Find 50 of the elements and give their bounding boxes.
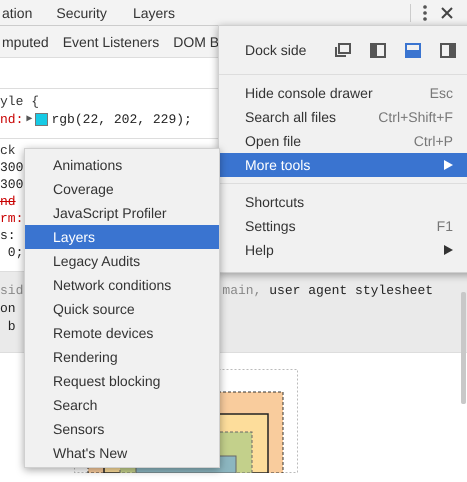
color-swatch[interactable] xyxy=(35,112,48,126)
code-text: yle { xyxy=(0,94,40,108)
dock-side-label: Dock side xyxy=(245,42,306,58)
menu-item[interactable]: Shortcuts xyxy=(219,190,467,214)
dock-left-icon[interactable] xyxy=(369,42,388,58)
menu-item[interactable]: Legacy Audits xyxy=(25,249,219,273)
code-text: 300 xyxy=(0,160,24,175)
code-text: ck xyxy=(0,143,16,158)
code-text: rgb(22, 202, 229); xyxy=(51,112,192,126)
menu-item[interactable]: What's New xyxy=(25,441,219,465)
dock-undock-icon[interactable] xyxy=(334,42,352,58)
code-text: main, xyxy=(222,282,262,298)
menu-item[interactable]: Search all files Ctrl+Shift+F xyxy=(219,105,467,129)
dock-bottom-icon[interactable] xyxy=(404,42,422,58)
panel-tab[interactable]: Security xyxy=(56,2,107,24)
code-text: s: xyxy=(0,228,16,243)
menu-item[interactable]: Help xyxy=(219,238,467,262)
menu-item[interactable]: Network conditions xyxy=(25,273,219,297)
code-text: nd: xyxy=(0,112,24,126)
menu-item[interactable]: JavaScript Profiler xyxy=(25,201,219,225)
menu-item[interactable]: Layers xyxy=(25,225,219,249)
expand-arrow[interactable]: ▶ xyxy=(26,113,32,125)
menu-item[interactable]: Request blocking xyxy=(25,369,219,393)
code-text: 300 xyxy=(0,177,24,192)
code-text: rm: xyxy=(0,211,24,226)
menu-item[interactable]: More tools xyxy=(219,153,467,177)
menu-item[interactable]: Coverage xyxy=(25,177,219,201)
menu-item[interactable]: Animations xyxy=(25,153,219,177)
code-text: user agent stylesheet xyxy=(268,282,434,298)
code-text: sid xyxy=(0,282,24,298)
menu-item[interactable]: Search xyxy=(25,393,219,417)
menu-item[interactable]: Remote devices xyxy=(25,321,219,345)
sidebar-tab[interactable]: mputed xyxy=(2,30,49,54)
menu-item[interactable]: Settings F1 xyxy=(219,214,467,238)
menu-item[interactable]: Sensors xyxy=(25,417,219,441)
code-text: 0; xyxy=(6,245,24,260)
menu-item[interactable]: Open file Ctrl+P xyxy=(219,129,467,153)
menu-item[interactable]: Rendering xyxy=(25,345,219,369)
code-text: b xyxy=(6,318,16,334)
sidebar-tab[interactable]: Event Listeners xyxy=(62,30,160,54)
menu-item[interactable]: Quick source xyxy=(25,297,219,321)
panel-tab[interactable]: ation xyxy=(2,2,32,24)
sidebar-tab[interactable]: DOM B xyxy=(173,30,220,54)
close-icon[interactable] xyxy=(441,6,453,18)
panel-tab[interactable]: Layers xyxy=(132,2,175,24)
more-options-icon[interactable] xyxy=(423,4,427,20)
dock-right-icon[interactable] xyxy=(439,42,458,58)
menu-item[interactable]: Hide console drawer Esc xyxy=(219,81,467,105)
code-text: on xyxy=(0,300,16,316)
code-text: nd xyxy=(0,194,16,209)
